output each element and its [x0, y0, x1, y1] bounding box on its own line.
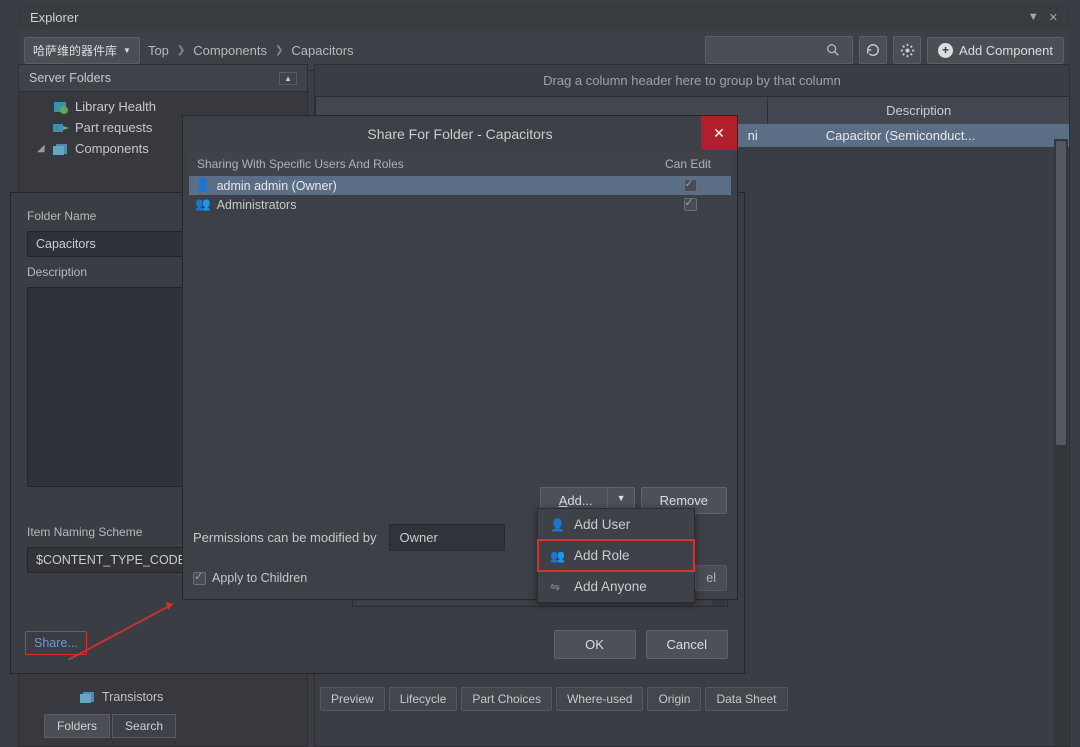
share-col-users: Sharing With Specific Users And Roles: [197, 157, 653, 171]
share-link[interactable]: Share...: [25, 631, 87, 655]
user-icon: 👤: [195, 178, 211, 193]
menuitem-label: Add User: [574, 517, 630, 532]
share-col-can-edit: Can Edit: [653, 157, 723, 171]
tab-where-used[interactable]: Where-used: [556, 687, 643, 711]
add-anyone-menuitem[interactable]: ⇋ Add Anyone: [538, 571, 694, 602]
add-menu: 👤 Add User 👥 Add Role ⇋ Add Anyone: [537, 508, 695, 603]
permissions-dropdown[interactable]: Owner: [389, 524, 505, 551]
add-component-button[interactable]: + Add Component: [927, 37, 1064, 64]
breadcrumb-top[interactable]: Top: [148, 43, 169, 58]
add-role-menuitem[interactable]: 👥 Add Role: [538, 540, 694, 571]
close-icon[interactable]: ✕: [1049, 11, 1058, 24]
preview-tabs: Preview Lifecycle Part Choices Where-use…: [320, 687, 788, 711]
tab-preview[interactable]: Preview: [320, 687, 385, 711]
group-icon: 👥: [550, 549, 564, 563]
expander-icon[interactable]: ◢: [37, 143, 47, 154]
tab-folders[interactable]: Folders: [44, 714, 110, 738]
menuitem-label: Add Role: [574, 548, 630, 563]
gear-icon[interactable]: [893, 36, 921, 64]
breadcrumb: Top ❯ Components ❯ Capacitors: [148, 43, 354, 58]
folder-icon: [80, 690, 96, 704]
share-row-label: Administrators: [217, 198, 297, 212]
breadcrumb-capacitors[interactable]: Capacitors: [291, 43, 353, 58]
chevron-right-icon: ❯: [177, 45, 185, 56]
parts-icon: [53, 121, 69, 135]
group-by-hint: Drag a column header here to group by th…: [315, 65, 1069, 97]
sidebar-header-label: Server Folders: [29, 71, 111, 85]
tab-part-choices[interactable]: Part Choices: [461, 687, 552, 711]
cancel-button[interactable]: Cancel: [646, 630, 728, 659]
permissions-value: Owner: [400, 530, 438, 545]
dialog-title: Share For Folder - Capacitors: [183, 116, 737, 152]
chevron-right-icon: ❯: [275, 45, 283, 56]
tree-library-health[interactable]: Library Health: [25, 96, 301, 117]
breadcrumb-components[interactable]: Components: [193, 43, 267, 58]
scrollbar-vertical[interactable]: [1054, 139, 1068, 746]
can-edit-checkbox[interactable]: [684, 198, 697, 211]
permissions-label: Permissions can be modified by: [193, 530, 377, 545]
tab-data-sheet[interactable]: Data Sheet: [705, 687, 787, 711]
anyone-icon: ⇋: [550, 580, 564, 594]
tree-item-label: Part requests: [75, 120, 152, 135]
user-icon: 👤: [550, 518, 564, 532]
share-row-label: admin admin (Owner): [217, 179, 337, 193]
tab-search[interactable]: Search: [112, 714, 176, 738]
menuitem-label: Add Anyone: [574, 579, 647, 594]
tree-item-label: Library Health: [75, 99, 156, 114]
chevron-down-icon: ▼: [123, 46, 131, 55]
minimize-icon[interactable]: ▼: [1028, 11, 1039, 24]
search-icon[interactable]: [705, 36, 853, 64]
server-library-label: 哈萨维的器件库: [33, 42, 117, 59]
apply-children-label: Apply to Children: [212, 571, 307, 585]
tree-item-label: Components: [75, 141, 149, 156]
apply-children-checkbox[interactable]: [193, 572, 206, 585]
share-row-admins[interactable]: 👥 Administrators: [189, 195, 731, 214]
dialog-cancel-partial[interactable]: el: [695, 565, 727, 591]
share-row-owner[interactable]: 👤 admin admin (Owner): [189, 176, 731, 195]
ok-button[interactable]: OK: [554, 630, 636, 659]
group-icon: 👥: [195, 197, 211, 212]
tab-origin[interactable]: Origin: [647, 687, 701, 711]
grid-cell-desc: Capacitor (Semiconduct...: [766, 128, 1061, 143]
can-edit-checkbox[interactable]: [684, 179, 697, 192]
folder-icon: [53, 142, 69, 156]
health-icon: [53, 100, 69, 114]
add-component-label: Add Component: [959, 43, 1053, 58]
panel-title: Explorer: [30, 10, 78, 25]
plus-icon: +: [938, 43, 953, 58]
refresh-icon[interactable]: [859, 36, 887, 64]
server-library-dropdown[interactable]: 哈萨维的器件库 ▼: [24, 37, 140, 64]
tree-item-label: Transistors: [102, 690, 163, 704]
collapse-icon[interactable]: ▲: [279, 72, 297, 85]
add-user-menuitem[interactable]: 👤 Add User: [538, 509, 694, 540]
grid-header-description[interactable]: Description: [767, 97, 1069, 124]
tree-transistors[interactable]: Transistors: [80, 690, 163, 704]
tab-lifecycle[interactable]: Lifecycle: [389, 687, 458, 711]
dialog-close-button[interactable]: ✕: [701, 116, 737, 150]
